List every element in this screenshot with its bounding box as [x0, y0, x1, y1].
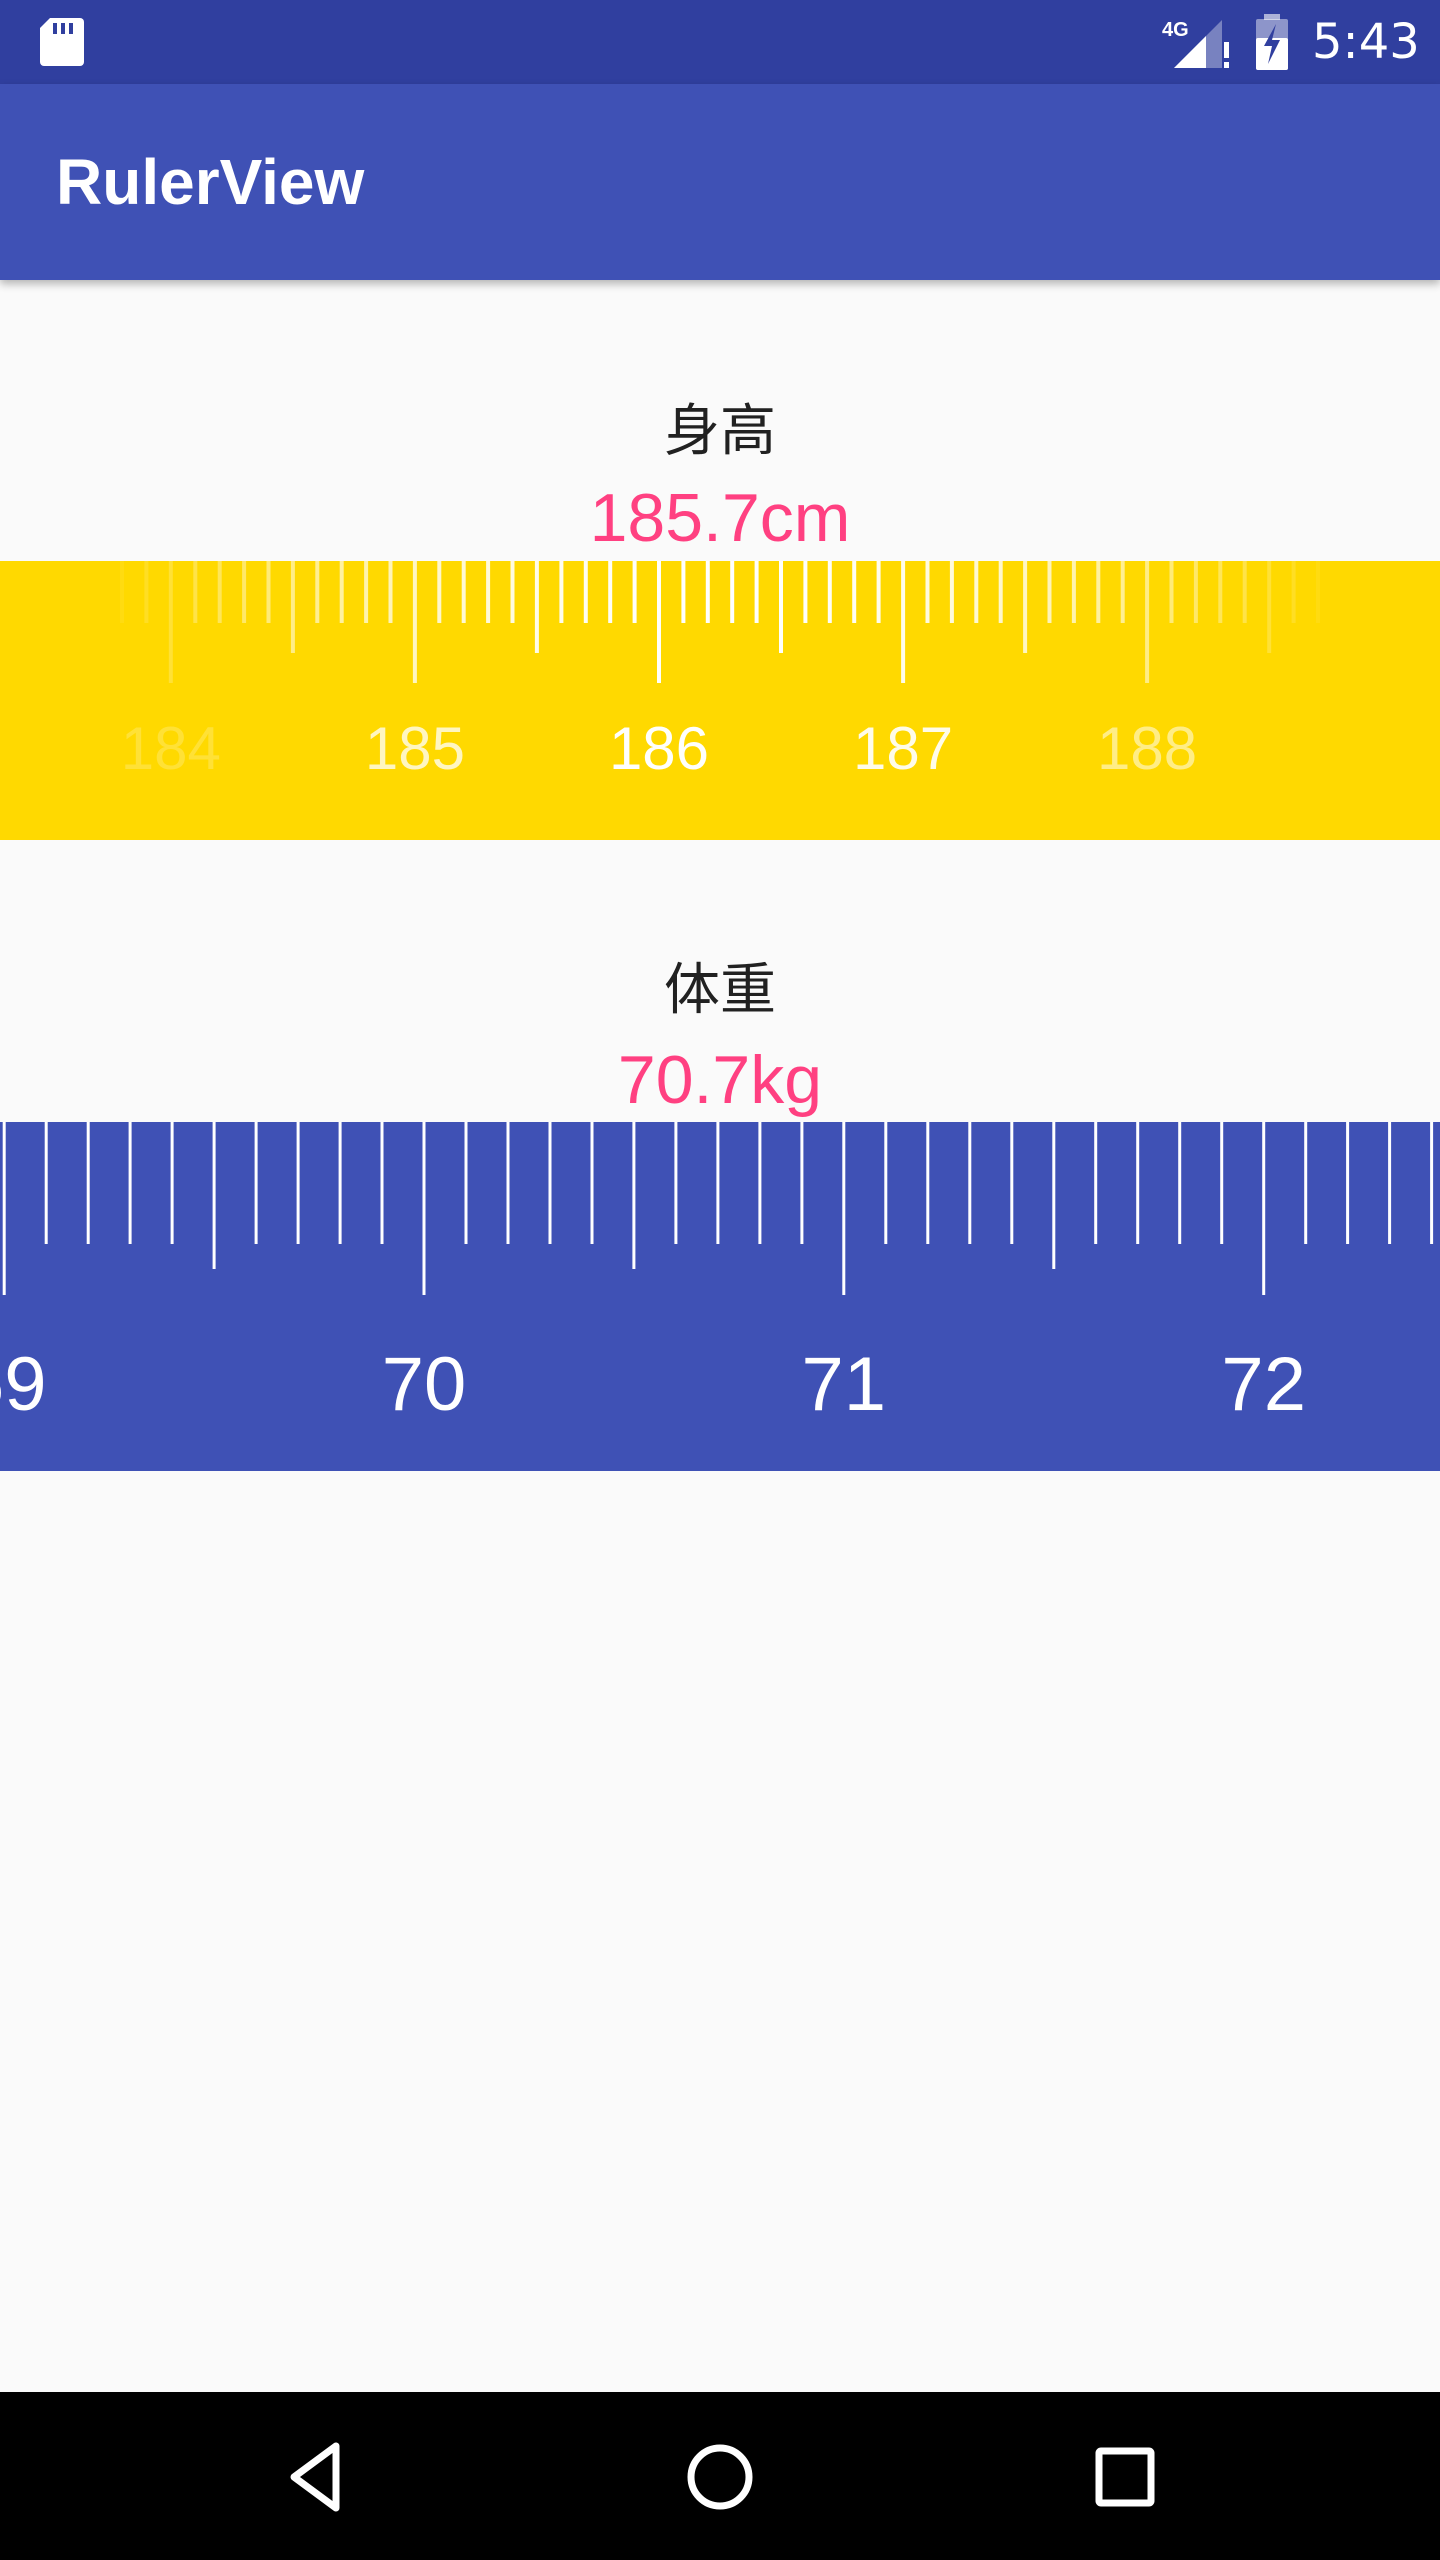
weight-value: 70.7kg — [617, 1042, 823, 1118]
height-ruler[interactable]: 184 185 186 187 188 — [0, 561, 1440, 840]
ruler-background — [0, 561, 1440, 840]
battery-charging-icon — [1256, 14, 1288, 70]
ruler-tick-label: 70 — [382, 1342, 467, 1427]
status-clock: 5:43 — [1312, 14, 1420, 70]
ruler-tick-label: 188 — [1097, 715, 1197, 782]
ruler-tick-label: 186 — [609, 715, 709, 782]
ruler-tick-label: 71 — [802, 1342, 887, 1427]
height-value: 185.7cm — [589, 480, 851, 556]
status-bar: 4G 5:43 — [0, 0, 1440, 84]
sd-card-icon — [40, 18, 84, 66]
ruler-tick-label: 185 — [365, 715, 465, 782]
home-icon[interactable] — [675, 2432, 765, 2522]
ruler-tick-label: 69 — [0, 1342, 46, 1427]
weight-ruler-scale[interactable]: 69 70 71 72 — [0, 1122, 1440, 1471]
ruler-tick-label: 184 — [121, 715, 221, 782]
network-type-label: 4G — [1162, 19, 1189, 41]
ruler-tick-label: 187 — [853, 715, 953, 782]
height-label: 身高 — [664, 399, 776, 464]
weight-ruler[interactable]: 69 70 71 72 — [0, 1122, 1440, 1471]
recents-icon[interactable] — [1080, 2432, 1170, 2522]
weight-label: 体重 — [664, 958, 776, 1023]
app-bar: RulerView — [0, 84, 1440, 280]
back-icon[interactable] — [272, 2432, 362, 2522]
navigation-bar — [0, 2392, 1440, 2560]
app-title: RulerView — [56, 146, 365, 218]
ruler-tick-label: 72 — [1221, 1342, 1306, 1427]
height-ruler-scale[interactable]: 184 185 186 187 188 — [0, 561, 1440, 840]
signal-4g-icon: 4G — [1162, 19, 1229, 68]
